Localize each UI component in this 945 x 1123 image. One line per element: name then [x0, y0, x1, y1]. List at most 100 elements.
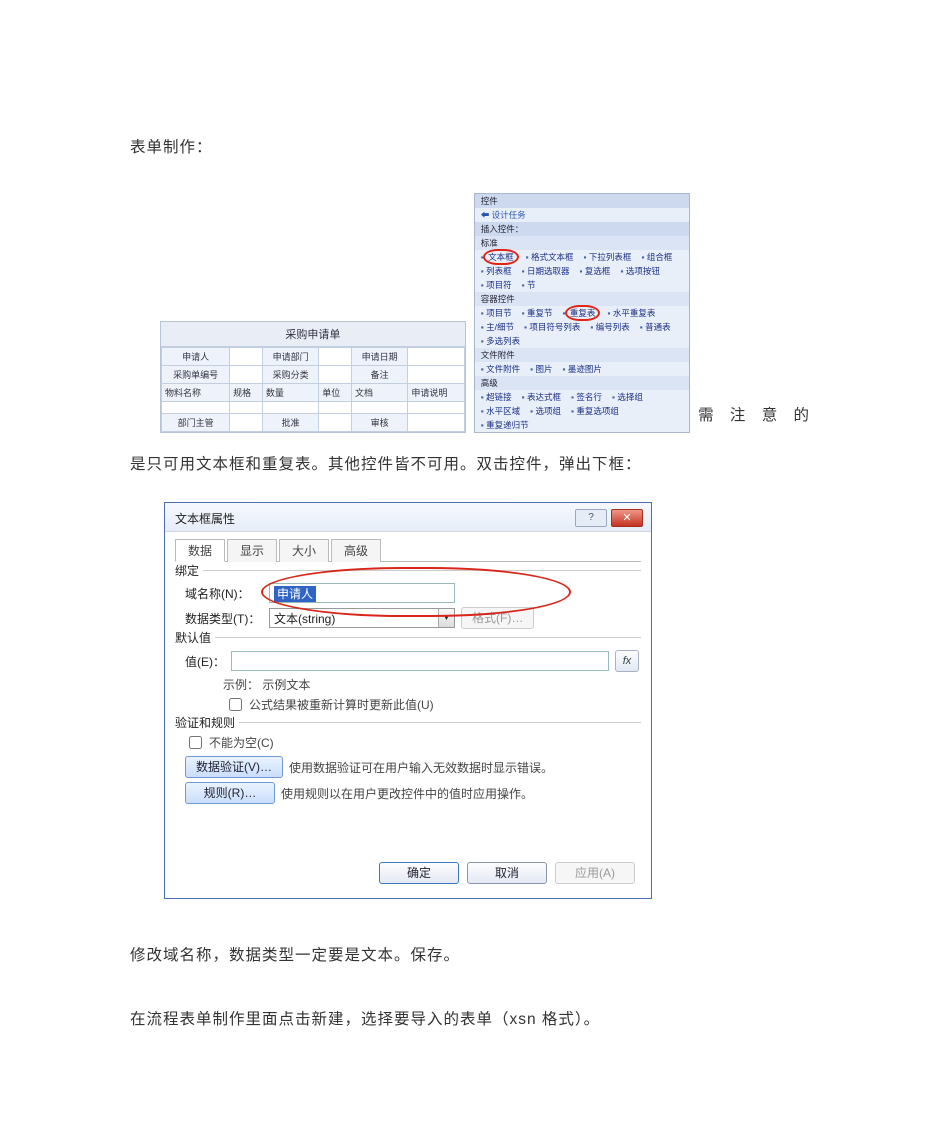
cell: 申请日期	[352, 347, 408, 365]
control-item[interactable]: 组合框	[641, 251, 672, 263]
data-type-combo[interactable]: 文本(string) ▼	[269, 608, 455, 628]
data-type-label: 数据类型(T)：	[177, 610, 263, 627]
control-item[interactable]: 多选列表	[481, 335, 520, 347]
control-item[interactable]: 超链接	[481, 391, 512, 403]
recalc-label: 公式结果被重新计算时更新此值(U)	[249, 696, 434, 713]
paragraph: 在流程表单制作里面点击新建，选择要导入的表单（xsn 格式）。	[130, 1003, 815, 1037]
cat-std: 标准	[475, 236, 689, 250]
control-item[interactable]: 项目符	[481, 279, 512, 291]
paragraph: 是只可用文本框和重复表。其他控件皆不可用。双击控件，弹出下框：	[130, 448, 815, 482]
control-item[interactable]: 主/细节	[481, 321, 514, 333]
help-button[interactable]: ?	[575, 509, 607, 527]
group-validation: 验证和规则 不能为空(C) 数据验证(V)… 使用数据验证可在用户输入无效数据时…	[175, 722, 641, 804]
design-tasks-link[interactable]: ⬅ 设计任务	[481, 209, 526, 221]
paragraph: 修改域名称，数据类型一定要是文本。保存。	[130, 939, 815, 973]
value-input[interactable]	[231, 651, 609, 671]
control-item[interactable]: 文件附件	[481, 363, 520, 375]
cell	[352, 401, 408, 413]
cell	[408, 413, 464, 431]
grid-header: 单位	[319, 383, 352, 401]
control-item[interactable]: 日期选取器	[522, 265, 570, 277]
control-item[interactable]: 格式文本框	[526, 251, 574, 263]
group-validation-label: 验证和规则	[175, 714, 239, 731]
cell	[408, 401, 464, 413]
textbox-properties-dialog: 文本框属性 ? ✕ 数据 显示 大小 高级 绑定 域名称(N)：	[164, 502, 652, 899]
dialog-title: 文本框属性	[175, 510, 235, 527]
dialog-titlebar: 文本框属性 ? ✕	[165, 503, 651, 532]
control-item[interactable]: 水平区域	[481, 405, 520, 417]
control-item[interactable]: 重复节	[522, 307, 553, 319]
data-validation-button[interactable]: 数据验证(V)…	[185, 756, 283, 778]
tab-data[interactable]: 数据	[175, 539, 225, 562]
cell: 备注	[352, 365, 408, 383]
format-button[interactable]: 格式(F)…	[461, 607, 534, 629]
cell: 采购单编号	[162, 365, 230, 383]
heading: 表单制作：	[130, 131, 815, 165]
tab-display[interactable]: 显示	[227, 539, 277, 562]
cell	[408, 347, 464, 365]
group-binding: 绑定 域名称(N)： 申请人 数据类型(T)： 文本(string) ▼	[175, 570, 641, 629]
control-item[interactable]: 重复选项组	[571, 405, 619, 417]
dialog-buttons: 确定 取消 应用(A)	[175, 852, 641, 888]
control-item[interactable]: 选项组	[530, 405, 561, 417]
control-item[interactable]: 节	[522, 279, 536, 291]
field-name-input[interactable]: 申请人	[269, 583, 455, 603]
control-item[interactable]: 表达式框	[522, 391, 561, 403]
control-item[interactable]: 普通表	[640, 321, 671, 333]
control-item[interactable]: 图片	[530, 363, 552, 375]
grid-header: 申请说明	[408, 383, 464, 401]
data-type-value: 文本(string)	[270, 609, 438, 627]
fx-button[interactable]: fx	[615, 650, 639, 672]
control-item[interactable]: 选择组	[612, 391, 643, 403]
control-item[interactable]: 重复递归节	[481, 419, 529, 431]
form-title: 采购申请单	[161, 322, 465, 347]
cell: 采购分类	[262, 365, 318, 383]
cell	[319, 365, 352, 383]
group-default-label: 默认值	[175, 629, 215, 646]
cell: 申请人	[162, 347, 230, 365]
control-item[interactable]: 水平重复表	[607, 307, 655, 319]
tab-advanced[interactable]: 高级	[331, 539, 381, 562]
cell	[262, 401, 318, 413]
control-item[interactable]: 选项按钮	[620, 265, 659, 277]
grid-header: 物料名称	[162, 383, 230, 401]
control-item[interactable]: 编号列表	[590, 321, 629, 333]
pane-title: 控件	[475, 194, 689, 208]
cell	[408, 365, 464, 383]
notnull-label: 不能为空(C)	[209, 734, 274, 751]
control-repeating-table[interactable]: 重复表	[563, 307, 598, 319]
cell	[319, 347, 352, 365]
controls-task-pane: 控件 ⬅ 设计任务 插入控件： 标准 文本框 格式文本框 下拉列表框 组合框 列…	[474, 193, 690, 433]
cancel-button[interactable]: 取消	[467, 862, 547, 884]
chevron-down-icon[interactable]: ▼	[438, 609, 454, 627]
cell: 部门主管	[162, 413, 230, 431]
cat-file: 文件附件	[475, 348, 689, 362]
apply-button[interactable]: 应用(A)	[555, 862, 635, 884]
control-item[interactable]: 下拉列表框	[584, 251, 632, 263]
close-button[interactable]: ✕	[611, 509, 643, 527]
cell	[162, 401, 230, 413]
control-textbox[interactable]: 文本框	[481, 251, 516, 263]
control-item[interactable]: 项目节	[481, 307, 512, 319]
cell	[230, 413, 263, 431]
recalc-checkbox[interactable]	[229, 698, 242, 711]
data-validation-desc: 使用数据验证可在用户输入无效数据时显示错误。	[289, 759, 553, 776]
rules-button[interactable]: 规则(R)…	[185, 782, 275, 804]
notnull-checkbox[interactable]	[189, 736, 202, 749]
tab-size[interactable]: 大小	[279, 539, 329, 562]
control-item[interactable]: 签名行	[571, 391, 602, 403]
control-item[interactable]: 复选框	[580, 265, 611, 277]
control-item[interactable]: 列表框	[481, 265, 512, 277]
cat-container: 容器控件	[475, 292, 689, 306]
grid-header: 数量	[262, 383, 318, 401]
cell	[230, 347, 263, 365]
ok-button[interactable]: 确定	[379, 862, 459, 884]
control-item[interactable]: 墨迹图片	[563, 363, 602, 375]
control-item[interactable]: 项目符号列表	[524, 321, 580, 333]
dialog-tabs: 数据 显示 大小 高级	[175, 538, 641, 562]
form-thumbnail: 采购申请单 申请人 申请部门 申请日期 采购单编号 采购分类 备注 物料名称 规…	[160, 321, 466, 433]
cell	[230, 401, 263, 413]
form-table: 申请人 申请部门 申请日期 采购单编号 采购分类 备注 物料名称 规格 数量 单…	[161, 347, 465, 432]
figure-row: 采购申请单 申请人 申请部门 申请日期 采购单编号 采购分类 备注 物料名称 规…	[160, 193, 815, 433]
field-name-value: 申请人	[274, 586, 316, 602]
